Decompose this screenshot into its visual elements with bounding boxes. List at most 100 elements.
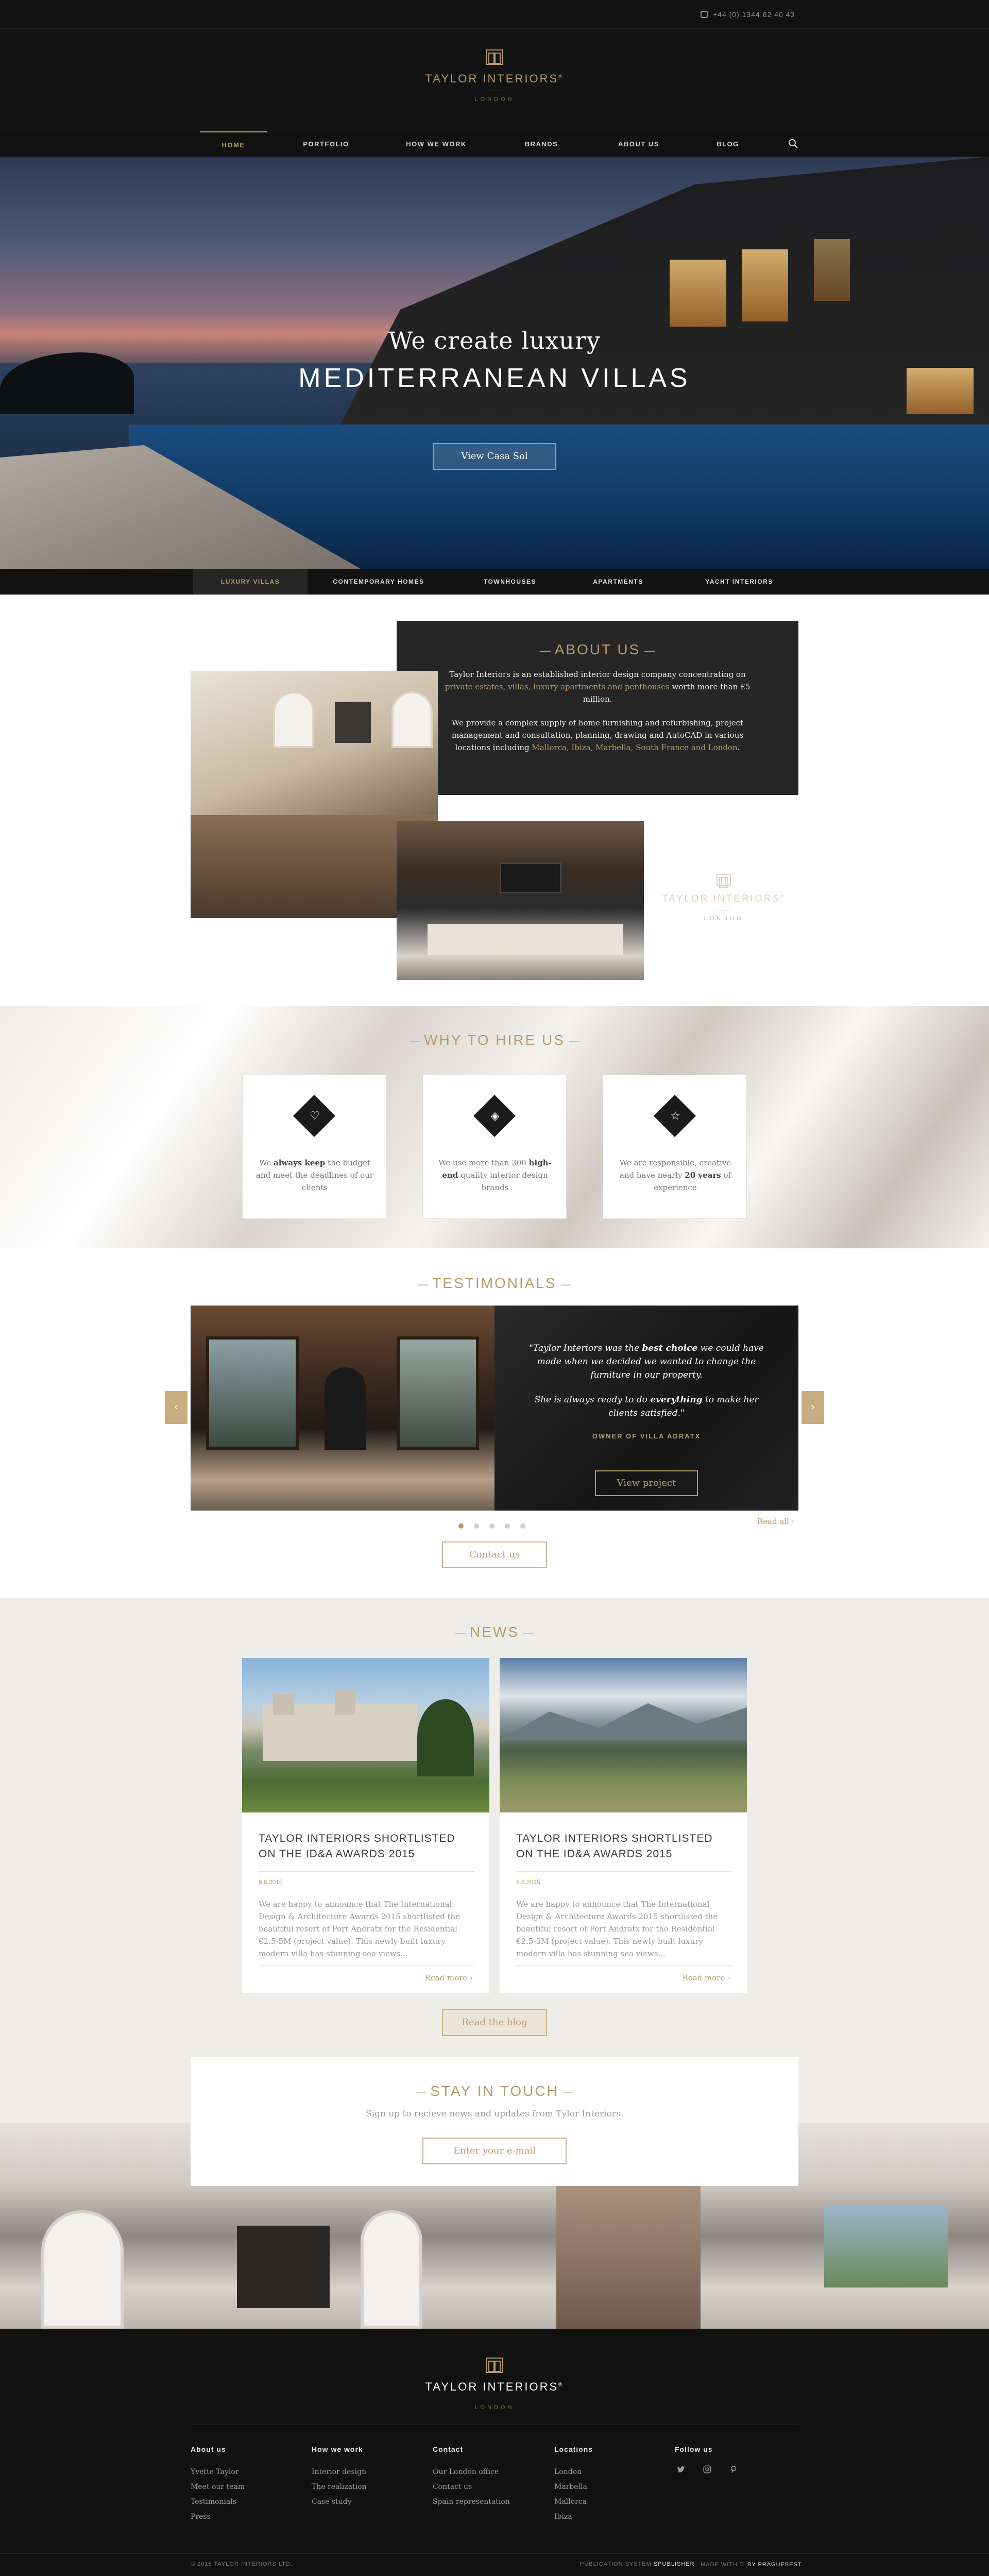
news-headline[interactable]: Taylor interiors shortlisted on the ID&A… — [259, 1831, 475, 1862]
about-title: — About us — — [539, 641, 656, 657]
news-card[interactable]: Taylor interiors shortlisted on the ID&A… — [242, 1658, 489, 1993]
twitter-icon[interactable] — [675, 2465, 687, 2477]
testimonial-quote-continued: She is always ready to do everything to … — [534, 1395, 759, 1418]
search-icon[interactable] — [788, 139, 798, 149]
pinterest-icon[interactable] — [727, 2465, 740, 2477]
testimonial-panel: "Taylor Interiors was the best choice we… — [494, 1306, 798, 1511]
footer-link[interactable]: Meet our team — [191, 2480, 245, 2495]
footer-column-about: About us Yvette Taylor Meet our team Tes… — [191, 2445, 245, 2524]
villa-window — [742, 249, 788, 321]
phone-icon — [701, 11, 708, 18]
logo[interactable]: Taylor Interiors® LONDON — [0, 49, 989, 103]
pagination-dot[interactable] — [520, 1523, 525, 1529]
view-project-button[interactable]: View project — [595, 1470, 698, 1496]
news-section: — News — Taylor interiors shortlisted on… — [0, 1598, 989, 2123]
footer-link[interactable]: Interior design — [312, 2465, 367, 2480]
feature-card-budget: ♡ We always keep the budget and meet the… — [242, 1075, 386, 1219]
view-project-button[interactable]: View Casa Sol — [433, 443, 556, 470]
footer-bottom-bar: © 2015 TAYLOR INTERIORS LTD. PUBLICATION… — [0, 2553, 989, 2576]
category-townhouses[interactable]: Townhouses — [464, 569, 556, 595]
testimonial-next-button[interactable]: › — [802, 1391, 824, 1424]
about-lounge-image — [397, 821, 644, 980]
footer-link[interactable]: Mallorca — [554, 2495, 593, 2510]
hero-subtitle: Mediterranean villas — [298, 363, 691, 393]
nav-portfolio[interactable]: Portfolio — [293, 131, 360, 157]
publication-system[interactable]: PUBLICATION SYSTEM SPUBLISHER — [580, 2561, 695, 2567]
nav-blog[interactable]: Blog — [694, 131, 761, 157]
logo-name: Taylor Interiors® — [425, 72, 564, 85]
footer-logo[interactable]: Taylor Interiors® LONDON — [0, 2358, 989, 2411]
logo-mark-icon — [717, 874, 731, 888]
news-headline[interactable]: Taylor interiors shortlisted on the ID&A… — [516, 1831, 732, 1862]
news-title: — News — — [455, 1624, 534, 1640]
newsletter-box: — Stay in touch — Sign up to recieve new… — [191, 2057, 798, 2186]
pagination-dot[interactable] — [474, 1523, 479, 1529]
news-card[interactable]: Taylor interiors shortlisted on the ID&A… — [500, 1658, 747, 1993]
testimonial-quote: "Taylor Interiors was the best choice we… — [529, 1343, 764, 1380]
category-luxury-villas[interactable]: Luxury villas — [193, 569, 308, 595]
instagram-icon[interactable] — [701, 2465, 713, 2477]
pagination-dot[interactable] — [505, 1523, 510, 1529]
nav-home[interactable]: Home — [200, 131, 267, 157]
read-the-blog-button[interactable]: Read the blog — [442, 2009, 547, 2036]
logo-mark-icon — [486, 49, 503, 65]
footer-link[interactable]: Testimonials — [191, 2495, 245, 2510]
news-excerpt: We are happy to announce that The Intern… — [516, 1900, 718, 1958]
diamond-icon: ◈ — [490, 1110, 500, 1123]
why-hire-us-section: — Why to hire us — ♡ We always keep the … — [0, 1006, 989, 1248]
villa-window — [814, 239, 850, 301]
why-title: — Why to hire us — — [409, 1032, 580, 1048]
category-contemporary-homes[interactable]: Contemporary homes — [325, 569, 433, 595]
top-bar: +44 (0) 1344 62 40 43 — [0, 0, 989, 29]
testimonial-pagination — [458, 1521, 536, 1529]
footer-link[interactable]: Spain representation — [433, 2495, 510, 2510]
about-paragraph-2: We provide a complex supply of home furn… — [451, 718, 744, 752]
about-paragraph-1: Taylor Interiors is an established inter… — [445, 670, 751, 704]
footer-link[interactable]: Contact us — [433, 2480, 510, 2495]
footer-column-follow: Follow us — [675, 2445, 751, 2477]
read-all-link[interactable]: Read all › — [757, 1517, 795, 1526]
nav-brands[interactable]: Brands — [508, 131, 575, 157]
news-image-mountain-valley — [500, 1658, 747, 1812]
logo-city: LONDON — [474, 96, 515, 103]
category-yacht-interiors[interactable]: Yacht interiors — [690, 569, 788, 595]
nav-about-us[interactable]: About us — [605, 131, 672, 157]
testimonial-image — [191, 1306, 494, 1511]
hero-title: We create luxury — [388, 327, 601, 354]
news-date: 6.6.2015 — [516, 1878, 540, 1886]
hero-banner: We create luxury Mediterranean villas Vi… — [0, 157, 989, 569]
footer-column-how-we-work: How we work Interior design The realizat… — [312, 2445, 367, 2510]
testimonial-author: Owner of villa Adratx — [592, 1432, 701, 1440]
footer-link[interactable]: Ibiza — [554, 2510, 593, 2524]
pagination-dot[interactable] — [489, 1523, 494, 1529]
footer-column-locations: Locations London Marbella Mallorca Ibiza — [554, 2445, 593, 2524]
footer-link[interactable]: Yvette Taylor — [191, 2465, 245, 2480]
newsletter-title: — Stay in touch — — [415, 2083, 574, 2099]
pagination-dot[interactable] — [458, 1523, 464, 1529]
footer-column-contact: Contact Our London office Contact us Spa… — [433, 2445, 510, 2510]
footer-link[interactable]: Our London office — [433, 2465, 510, 2480]
testimonial-prev-button[interactable]: ‹ — [165, 1391, 187, 1424]
footer-link[interactable]: London — [554, 2465, 593, 2480]
news-image-castle — [242, 1658, 489, 1812]
feature-card-experience: ☆ We are responsible, creative and have … — [603, 1075, 747, 1219]
read-more-link[interactable]: Read more › — [682, 1973, 730, 1982]
read-more-link[interactable]: Read more › — [424, 1973, 473, 1982]
star-icon: ☆ — [670, 1110, 680, 1123]
news-date: 6.6.2015 — [259, 1878, 283, 1886]
feature-text: We always keep the budget and meet the d… — [256, 1158, 373, 1192]
footer-link[interactable]: Marbella — [554, 2480, 593, 2495]
contact-us-button[interactable]: Contact us — [442, 1541, 547, 1568]
made-by[interactable]: MADE WITH ♡ BY PRAGUEBEST — [701, 2561, 802, 2568]
footer-link[interactable]: Case study — [312, 2495, 367, 2510]
category-apartments[interactable]: Apartments — [572, 569, 664, 595]
footer-link[interactable]: The realization — [312, 2480, 367, 2495]
email-input[interactable]: Enter your e-mail — [422, 2138, 567, 2164]
testimonials-title: — Testimonials — — [417, 1275, 572, 1291]
news-excerpt: We are happy to announce that The Intern… — [259, 1900, 461, 1958]
nav-how-we-work[interactable]: How we work — [403, 131, 470, 157]
feature-text: We are responsible, creative and have ne… — [619, 1158, 731, 1192]
phone-number[interactable]: +44 (0) 1344 62 40 43 — [701, 0, 795, 29]
feature-text: We use more than 300 high-end quality in… — [438, 1158, 552, 1192]
footer-link[interactable]: Press — [191, 2510, 245, 2524]
